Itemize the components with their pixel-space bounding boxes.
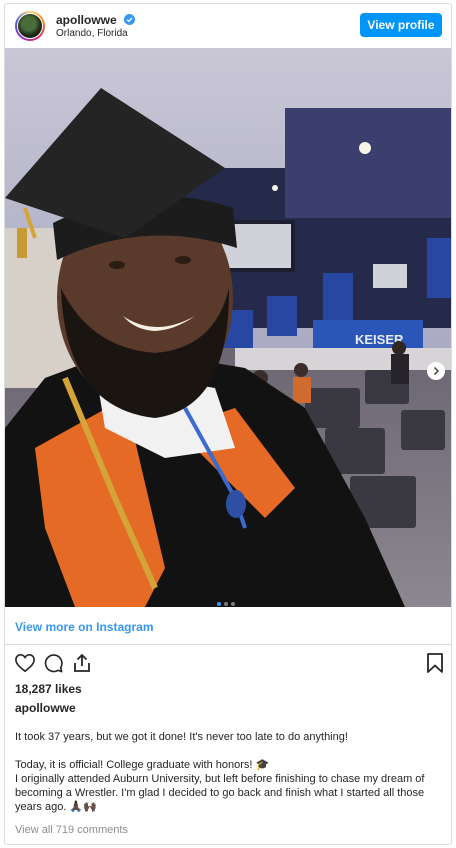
bookmark-icon[interactable] (426, 652, 444, 674)
post-photo[interactable]: KEISER (5, 48, 451, 607)
username-text: apollowwe (56, 13, 117, 27)
caption-line: Today, it is official! College graduate … (15, 759, 270, 771)
instagram-embed-card: apollowwe Orlando, Florida View profile (4, 3, 452, 845)
carousel-dot (231, 602, 235, 606)
likes-count[interactable]: 18,287 likes (15, 682, 82, 696)
post-header: apollowwe Orlando, Florida View profile (5, 4, 451, 46)
username-link[interactable]: apollowwe (56, 13, 136, 27)
avatar[interactable] (15, 11, 45, 41)
view-profile-button[interactable]: View profile (360, 13, 442, 37)
avatar-image (17, 13, 43, 39)
carousel-indicator (217, 593, 238, 606)
carousel-dot (217, 602, 221, 606)
heart-icon[interactable] (14, 653, 36, 673)
caption-username[interactable]: apollowwe (15, 701, 76, 715)
post-caption: It took 37 years, but we got it done! It… (15, 730, 445, 814)
divider (5, 644, 451, 645)
share-icon[interactable] (72, 652, 92, 674)
verified-badge-icon (124, 14, 136, 25)
graduation-selfie-image: KEISER (5, 48, 451, 607)
location-link[interactable]: Orlando, Florida (56, 28, 128, 39)
comment-icon[interactable] (43, 653, 63, 673)
caption-line: It took 37 years, but we got it done! It… (15, 731, 348, 743)
view-all-comments-link[interactable]: View all 719 comments (15, 824, 128, 836)
carousel-dot (224, 602, 228, 606)
chevron-right-icon[interactable] (427, 362, 445, 380)
view-more-link[interactable]: View more on Instagram (15, 620, 154, 634)
caption-line: I originally attended Auburn University,… (15, 773, 425, 813)
